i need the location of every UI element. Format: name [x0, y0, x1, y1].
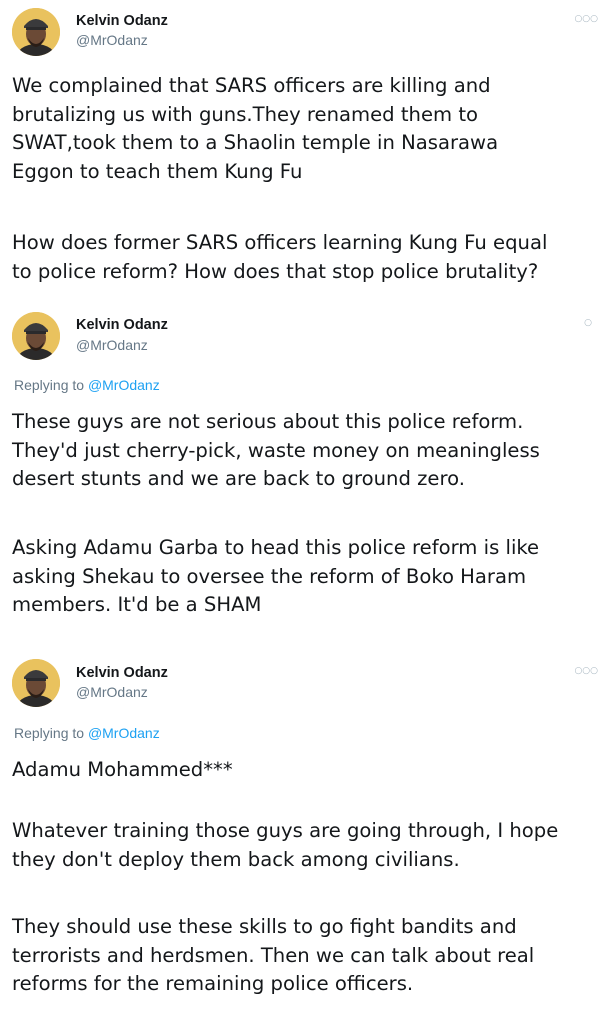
avatar[interactable]	[12, 659, 60, 707]
author-name[interactable]: Kelvin Odanz	[76, 665, 168, 681]
tweet-paragraph: We complained that SARS officers are kil…	[12, 74, 499, 183]
tweet-paragraph: These guys are not serious about this po…	[12, 410, 540, 490]
tweet-paragraph: Asking Adamu Garba to head this police r…	[12, 536, 540, 616]
author-name[interactable]: Kelvin Odanz	[76, 13, 168, 29]
tweet-paragraph: Whatever training those guys are going t…	[12, 819, 559, 871]
replying-to-label: Replying to	[14, 725, 85, 741]
author-name[interactable]: Kelvin Odanz	[76, 317, 168, 333]
replying-to: Replying to @MrOdanz	[14, 725, 160, 741]
author-handle[interactable]: @MrOdanz	[76, 684, 148, 700]
avatar[interactable]	[12, 312, 60, 360]
replying-to-label: Replying to	[14, 377, 85, 393]
avatar[interactable]	[12, 8, 60, 56]
more-dots-icon[interactable]: ○○○	[574, 14, 598, 24]
replying-to-link[interactable]: @MrOdanz	[88, 725, 160, 741]
avatar-image	[12, 8, 60, 56]
author-handle[interactable]: @MrOdanz	[76, 32, 148, 48]
replying-to-link[interactable]: @MrOdanz	[88, 377, 160, 393]
avatar-image	[12, 312, 60, 360]
more-dots-icon[interactable]: ○	[584, 318, 592, 328]
author-handle[interactable]: @MrOdanz	[76, 337, 148, 353]
more-dots-icon[interactable]: ○○○	[574, 666, 598, 676]
tweet-paragraph: They should use these skills to go fight…	[12, 915, 535, 995]
replying-to: Replying to @MrOdanz	[14, 377, 160, 393]
tweet-paragraph: Adamu Mohammed***	[12, 758, 233, 781]
tweet-paragraph: How does former SARS officers learning K…	[12, 231, 548, 283]
avatar-image	[12, 659, 60, 707]
